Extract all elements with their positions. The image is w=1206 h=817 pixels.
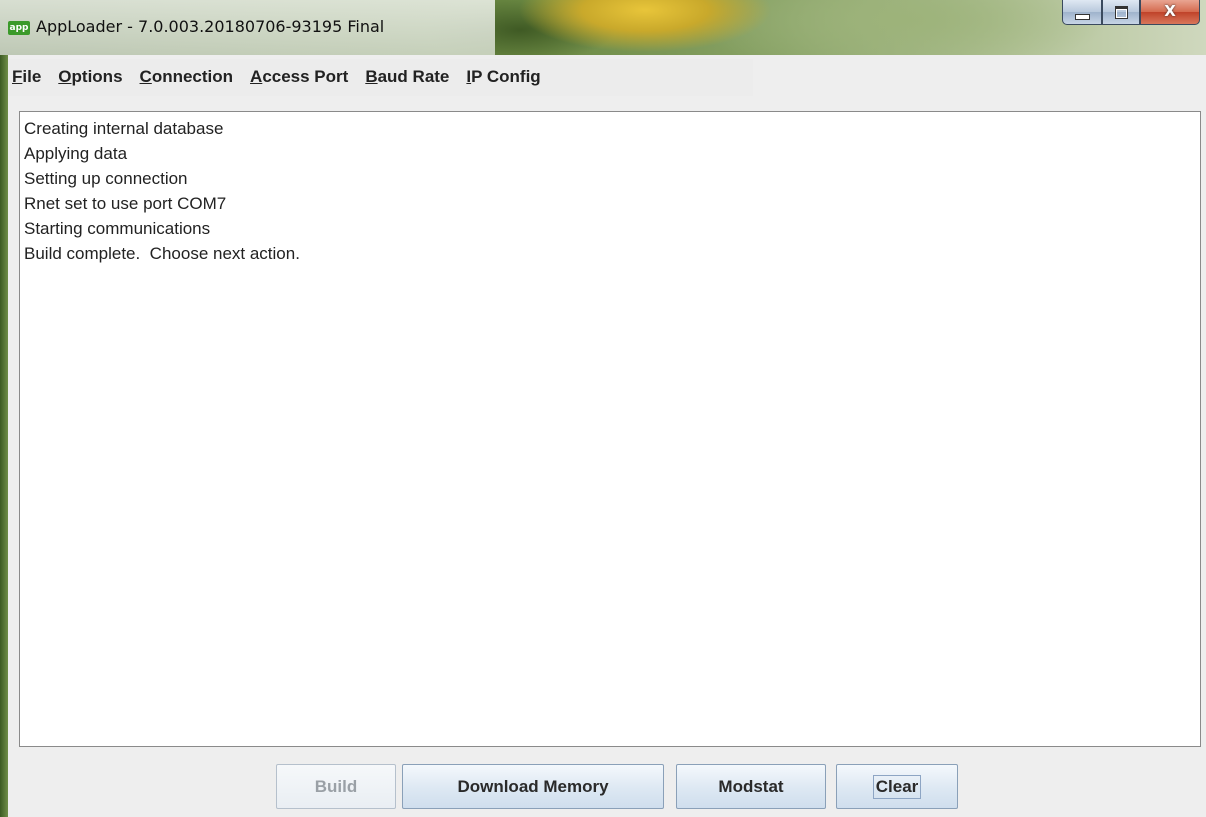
maximize-icon — [1115, 6, 1128, 19]
minimize-icon — [1075, 14, 1090, 20]
menu-connection-mnemonic: C — [139, 67, 152, 86]
menu-baud-rate[interactable]: Baud Rate — [365, 67, 449, 87]
maximize-button[interactable] — [1102, 0, 1140, 25]
title-bar[interactable]: app AppLoader - 7.0.003.20180706-93195 F… — [0, 0, 1206, 55]
menu-access-port-label: ccess Port — [262, 67, 349, 86]
app-icon[interactable]: app — [8, 21, 30, 35]
clear-button[interactable]: Clear — [836, 764, 958, 809]
menu-ip-config-label: P Config — [471, 67, 541, 86]
build-button[interactable]: Build — [276, 764, 396, 809]
menubar: File Options Connection Access Port Baud… — [8, 59, 558, 95]
client-area: File Options Connection Access Port Baud… — [8, 55, 1206, 817]
window-title: AppLoader - 7.0.003.20180706-93195 Final — [36, 17, 385, 36]
log-line: Setting up connection — [24, 169, 188, 188]
menu-options[interactable]: Options — [58, 67, 122, 87]
log-line: Build complete. Choose next action. — [24, 244, 300, 263]
log-output[interactable]: Creating internal database Applying data… — [19, 111, 1201, 747]
log-line: Applying data — [24, 144, 128, 163]
close-button[interactable]: X — [1140, 0, 1200, 25]
download-memory-button[interactable]: Download Memory — [402, 764, 664, 809]
menu-connection-label: onnection — [151, 67, 234, 86]
menu-access-port-mnemonic: A — [250, 67, 263, 86]
menu-baud-rate-label: aud Rate — [377, 67, 450, 86]
minimize-button[interactable] — [1062, 0, 1102, 25]
menu-file-label: ile — [22, 67, 42, 86]
menu-connection[interactable]: Connection — [140, 67, 234, 87]
menu-file[interactable]: File — [12, 67, 41, 87]
button-row: Build Download Memory Modstat Clear — [8, 761, 1206, 811]
caption-buttons: X — [1062, 0, 1200, 26]
log-line: Creating internal database — [24, 119, 224, 138]
clear-button-label: Clear — [872, 775, 922, 799]
log-line: Starting communications — [24, 219, 211, 238]
menu-access-port[interactable]: Access Port — [250, 67, 348, 87]
app-window: app AppLoader - 7.0.003.20180706-93195 F… — [0, 0, 1206, 817]
menu-options-label: ptions — [71, 67, 123, 86]
menu-ip-config[interactable]: IP Config — [466, 67, 540, 87]
menu-file-mnemonic: F — [12, 67, 23, 86]
menu-baud-rate-mnemonic: B — [365, 67, 378, 86]
log-line: Rnet set to use port COM7 — [24, 194, 227, 213]
menu-options-mnemonic: O — [58, 67, 72, 86]
modstat-button[interactable]: Modstat — [676, 764, 826, 809]
window-frame-left — [0, 55, 8, 817]
close-icon: X — [1164, 2, 1176, 20]
